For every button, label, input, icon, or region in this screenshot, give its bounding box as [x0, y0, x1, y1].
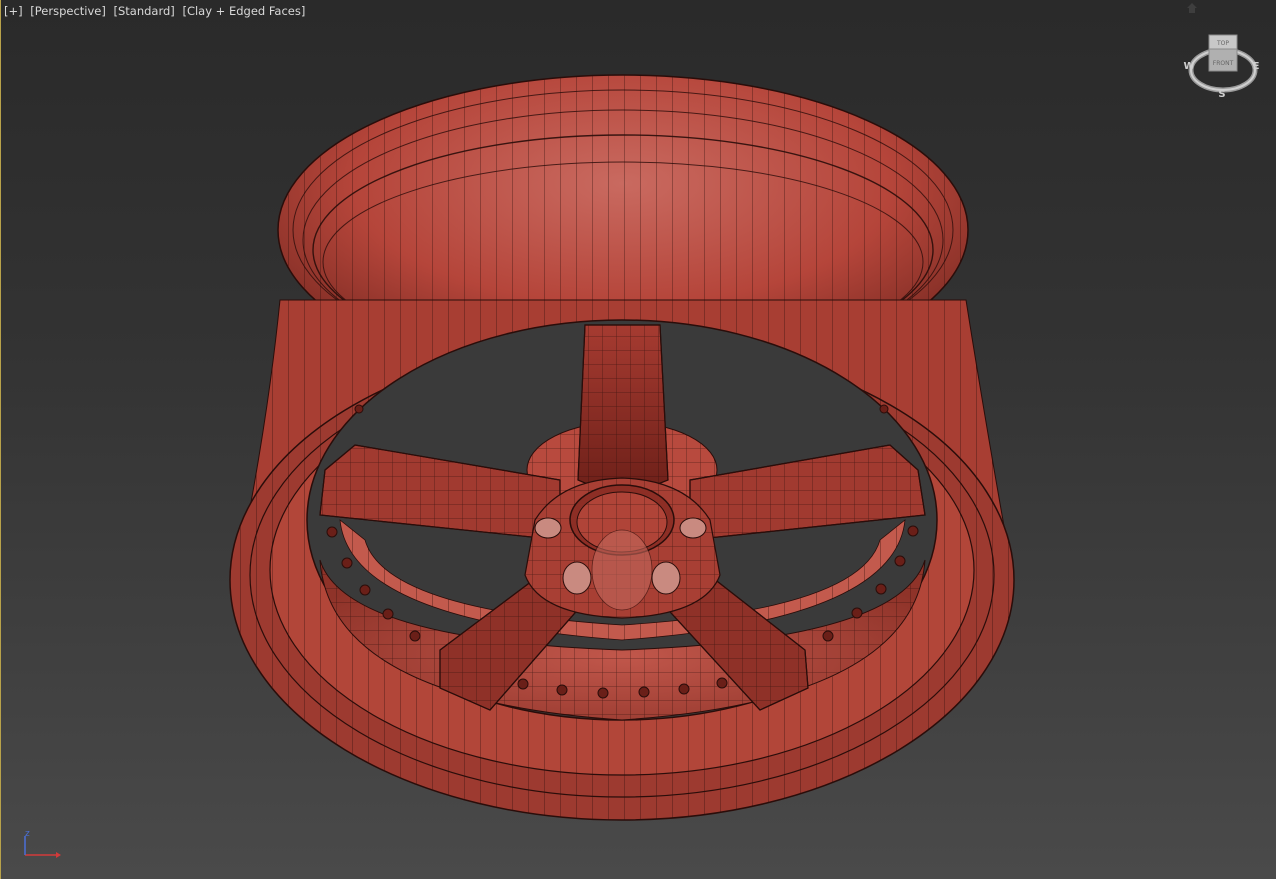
axis-tripod-icon: z — [24, 829, 61, 858]
home-icon[interactable] — [1186, 2, 1198, 14]
axis-z-label: z — [25, 829, 30, 839]
viewport-shading-style-menu[interactable]: [Standard] — [114, 4, 175, 18]
perspective-viewport[interactable]: [+] [Perspective] [Standard] [Clay + Edg… — [0, 0, 1276, 879]
compass-east-label[interactable]: E — [1253, 61, 1260, 72]
viewcube-top-label: TOP — [1216, 40, 1229, 47]
viewport-view-menu[interactable]: [Perspective] — [30, 4, 106, 18]
viewport-general-menu[interactable]: [+] — [4, 4, 23, 18]
compass-south-label[interactable]: S — [1218, 89, 1225, 100]
wheel-rim-model[interactable] — [0, 0, 1276, 879]
viewcube[interactable]: TOP FRONT W E S — [1180, 28, 1270, 108]
viewport-label-menu: [+] [Perspective] [Standard] [Clay + Edg… — [4, 4, 309, 18]
compass-west-label[interactable]: W — [1183, 61, 1194, 72]
viewcube-front-label: FRONT — [1213, 60, 1234, 67]
viewport-display-mode-menu[interactable]: [Clay + Edged Faces] — [182, 4, 305, 18]
